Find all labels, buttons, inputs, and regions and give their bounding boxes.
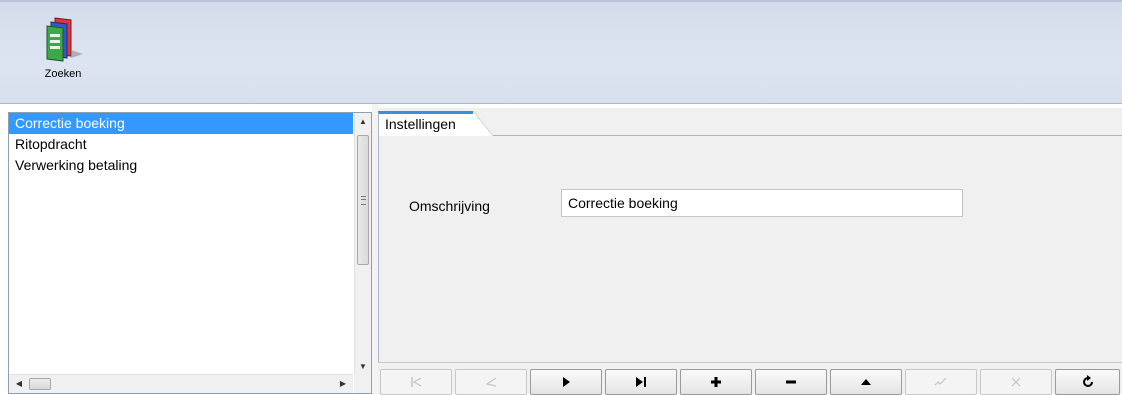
next-icon	[560, 376, 572, 388]
tab-edge	[473, 111, 493, 136]
list-item[interactable]: Verwerking betaling	[9, 155, 353, 176]
grip-icon	[361, 196, 366, 205]
post-icon	[934, 376, 948, 388]
detail-panel: Instellingen Omschrijving	[378, 108, 1122, 395]
tab-content: Omschrijving	[378, 136, 1122, 362]
books-icon	[30, 16, 96, 62]
cancel-icon	[1010, 376, 1022, 388]
scroll-up-icon[interactable]: ▲	[355, 113, 371, 130]
insert-icon	[710, 376, 722, 388]
last-record-button[interactable]	[605, 369, 677, 395]
omschrijving-label: Omschrijving	[409, 198, 490, 214]
prior-record-button[interactable]	[455, 369, 527, 395]
delete-record-button[interactable]	[755, 369, 827, 395]
first-record-button[interactable]	[380, 369, 452, 395]
search-button[interactable]: Zoeken	[30, 10, 96, 100]
tab-strip: Instellingen	[378, 108, 1122, 137]
record-navigator	[378, 362, 1122, 395]
refresh-button[interactable]	[1055, 369, 1120, 395]
refresh-icon	[1081, 375, 1095, 389]
list-item[interactable]: Correctie boeking	[9, 113, 353, 134]
item-list-panel: Correctie boeking Ritopdracht Verwerking…	[8, 112, 372, 394]
next-record-button[interactable]	[530, 369, 602, 395]
horizontal-scroll-thumb[interactable]	[29, 378, 51, 390]
item-list: Correctie boeking Ritopdracht Verwerking…	[9, 113, 353, 375]
edit-record-button[interactable]	[830, 369, 902, 395]
scroll-left-icon[interactable]: ◀	[11, 375, 27, 393]
scroll-right-icon[interactable]: ▶	[335, 375, 351, 393]
ribbon-toolbar: Zoeken	[0, 0, 1122, 104]
search-button-label: Zoeken	[44, 68, 82, 80]
vertical-scrollbar[interactable]: ▲ ▼	[354, 113, 371, 375]
last-icon	[634, 376, 648, 388]
first-icon	[409, 376, 423, 388]
scroll-down-icon[interactable]: ▼	[355, 358, 371, 375]
list-item[interactable]: Ritopdracht	[9, 134, 353, 155]
scroll-corner	[354, 374, 371, 393]
omschrijving-field[interactable]	[561, 189, 963, 217]
cancel-record-button[interactable]	[980, 369, 1052, 395]
insert-record-button[interactable]	[680, 369, 752, 395]
post-record-button[interactable]	[905, 369, 977, 395]
vertical-scroll-thumb[interactable]	[357, 135, 369, 265]
horizontal-scrollbar[interactable]: ◀ ▶	[9, 374, 353, 393]
tab-instellingen[interactable]: Instellingen	[378, 111, 474, 137]
delete-icon	[785, 376, 797, 388]
edit-icon	[860, 376, 872, 388]
prior-icon	[484, 376, 498, 388]
